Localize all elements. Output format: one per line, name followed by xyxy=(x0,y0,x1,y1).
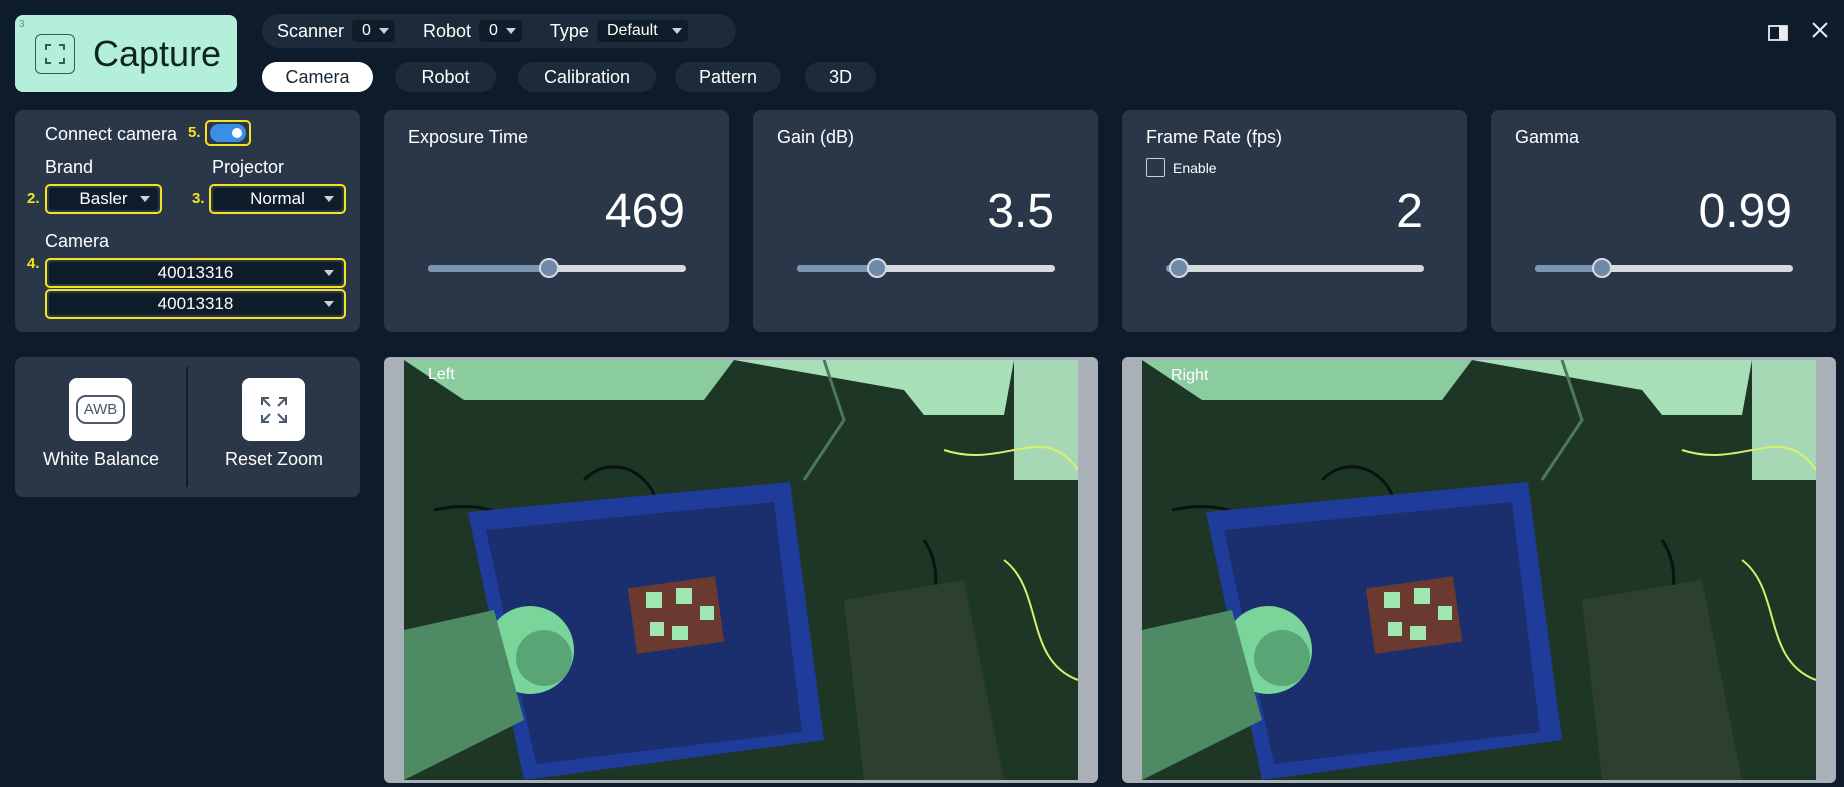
toggle-knob xyxy=(232,128,242,138)
chevron-down-icon xyxy=(505,28,516,34)
awb-icon: AWB xyxy=(75,395,126,424)
chevron-down-icon xyxy=(378,28,389,34)
chevron-down-icon xyxy=(324,270,334,276)
step-marker-3: 3. xyxy=(192,190,205,207)
left-camera-view[interactable]: Left xyxy=(384,357,1098,783)
camera-image xyxy=(1142,360,1816,780)
slider-thumb[interactable] xyxy=(1169,258,1189,278)
page-title: Capture xyxy=(93,32,222,74)
exposure-panel: Exposure Time 469 xyxy=(384,110,729,332)
close-icon[interactable] xyxy=(1810,20,1830,46)
reset-zoom-label: Reset Zoom xyxy=(224,449,324,469)
chevron-down-icon xyxy=(324,301,334,307)
scene-drawing xyxy=(1142,360,1816,780)
camera-select-1[interactable]: 40013316 xyxy=(49,262,342,284)
slider-thumb[interactable] xyxy=(867,258,887,278)
brand-label: Brand xyxy=(45,157,94,177)
chevron-down-icon xyxy=(140,196,150,202)
scanner-select[interactable]: 0 xyxy=(352,20,395,42)
connect-camera-toggle[interactable] xyxy=(210,124,246,142)
expand-icon xyxy=(260,396,287,423)
gain-slider[interactable] xyxy=(797,258,1055,278)
gamma-title: Gamma xyxy=(1515,127,1580,147)
reset-zoom-button[interactable] xyxy=(242,378,305,441)
right-view-label: Right xyxy=(1171,367,1209,384)
framerate-panel: Frame Rate (fps) Enable 2 xyxy=(1122,110,1467,332)
camera-2-value: 40013318 xyxy=(157,294,234,313)
camera-image xyxy=(404,360,1078,780)
connection-panel: Connect camera 5. Brand Projector 2. Bas… xyxy=(15,110,360,332)
fullscreen-icon xyxy=(35,33,75,74)
chevron-down-icon xyxy=(324,196,334,202)
type-label: Type xyxy=(549,20,589,41)
projector-label: Projector xyxy=(212,157,285,177)
brand-select[interactable]: Basler xyxy=(49,188,158,210)
camera-select-2[interactable]: 40013318 xyxy=(49,293,342,315)
gain-title: Gain (dB) xyxy=(777,127,855,147)
tab-camera[interactable]: Camera xyxy=(262,62,373,92)
brand-value: Basler xyxy=(79,189,128,208)
gamma-panel: Gamma 0.99 xyxy=(1491,110,1836,332)
capture-tile[interactable]: 3 Capture xyxy=(15,15,237,92)
gamma-value: 0.99 xyxy=(1698,185,1792,238)
corner-index: 3 xyxy=(19,19,25,30)
slider-fill xyxy=(797,265,877,272)
scene-drawing xyxy=(404,360,1078,780)
left-view-label: Left xyxy=(428,366,455,383)
tab-robot[interactable]: Robot xyxy=(395,62,496,92)
robot-label: Robot xyxy=(422,20,471,41)
gamma-slider[interactable] xyxy=(1535,258,1793,278)
type-value: Default xyxy=(606,22,658,39)
white-balance-button[interactable]: AWB xyxy=(69,378,132,441)
step-marker-4: 4. xyxy=(27,255,40,272)
projector-value: Normal xyxy=(250,189,305,208)
framerate-slider[interactable] xyxy=(1166,258,1424,278)
gain-value: 3.5 xyxy=(987,185,1054,238)
step-marker-5: 5. xyxy=(188,124,201,141)
tab-pattern[interactable]: Pattern xyxy=(675,62,781,92)
robot-value: 0 xyxy=(489,22,498,39)
slider-thumb[interactable] xyxy=(1592,258,1612,278)
scanner-value: 0 xyxy=(362,22,371,39)
scanner-label: Scanner xyxy=(277,20,345,41)
projector-select[interactable]: Normal xyxy=(213,188,342,210)
slider-thumb[interactable] xyxy=(539,258,559,278)
framerate-value: 2 xyxy=(1396,185,1423,238)
tab-calibration[interactable]: Calibration xyxy=(518,62,656,92)
framerate-title: Frame Rate (fps) xyxy=(1146,127,1283,147)
exposure-slider[interactable] xyxy=(428,258,686,278)
step-marker-2: 2. xyxy=(27,190,40,207)
split-view-icon[interactable] xyxy=(1768,22,1788,48)
framerate-enable-checkbox[interactable] xyxy=(1146,158,1165,177)
exposure-value: 469 xyxy=(604,185,685,238)
device-selector-bar: Scanner 0 Robot 0 Type Default xyxy=(262,14,736,48)
robot-select[interactable]: 0 xyxy=(479,20,522,42)
slider-fill xyxy=(428,265,549,272)
tab-3d[interactable]: 3D xyxy=(805,62,876,92)
type-select[interactable]: Default xyxy=(596,20,688,42)
connect-camera-label: Connect camera xyxy=(45,124,178,144)
enable-label: Enable xyxy=(1173,160,1217,176)
camera-1-value: 40013316 xyxy=(157,263,234,282)
camera-label: Camera xyxy=(45,231,110,251)
tools-panel: AWB White Balance Reset Zoom xyxy=(15,357,360,497)
white-balance-label: White Balance xyxy=(42,449,160,469)
right-camera-view[interactable]: Right xyxy=(1122,357,1836,783)
chevron-down-icon xyxy=(671,28,682,34)
gain-panel: Gain (dB) 3.5 xyxy=(753,110,1098,332)
exposure-title: Exposure Time xyxy=(408,127,529,147)
